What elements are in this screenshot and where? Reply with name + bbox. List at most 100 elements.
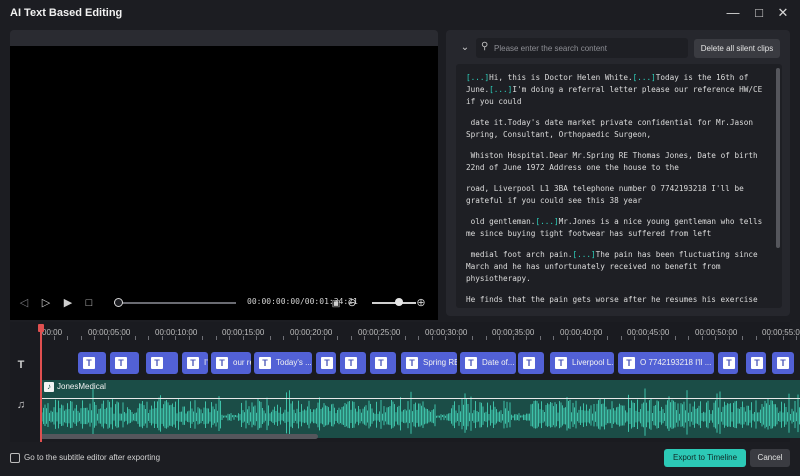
fullscreen-icon[interactable]: ▣ xyxy=(328,295,344,311)
subtitle-clip-label: O 7742193218 I'll ... xyxy=(640,358,712,367)
subtitle-clip[interactable]: T xyxy=(78,352,106,374)
text-clip-icon: T xyxy=(259,357,271,369)
silence-marker[interactable]: [...] xyxy=(540,307,563,308)
transcript-text[interactable]: date it.Today's date market private conf… xyxy=(466,118,758,139)
transcript-paragraph[interactable]: He finds that the pain gets worse after … xyxy=(466,294,772,308)
subtitle-clip[interactable]: T xyxy=(518,352,544,374)
ruler-tick xyxy=(485,336,487,340)
silence-marker[interactable]: [...] xyxy=(633,73,656,82)
transcript-text[interactable]: Whiston Hospital.Dear Mr.Spring RE Thoma… xyxy=(466,151,762,172)
ruler-tick xyxy=(647,336,649,340)
subtitle-clip-label: Today's ... xyxy=(276,358,312,367)
transcript-text[interactable]: I'm doing a referral letter please our r… xyxy=(466,85,767,106)
silence-marker[interactable]: [...] xyxy=(572,250,595,259)
transcript-paragraph[interactable]: date it.Today's date market private conf… xyxy=(466,117,772,141)
video-screen[interactable] xyxy=(10,46,438,320)
text-track-icon: T xyxy=(17,359,25,371)
search-input[interactable] xyxy=(494,40,684,56)
transcript-text[interactable]: medial foot arch pain. xyxy=(466,250,573,259)
ruler-tick xyxy=(512,336,514,340)
transcript-paragraph[interactable]: medial foot arch pain.[...]The pain has … xyxy=(466,249,772,285)
zoom-out-icon[interactable]: ⊖ xyxy=(344,295,360,311)
ruler-tick xyxy=(377,336,379,340)
transcript-text[interactable]: road, Liverpool L1 3BA telephone number … xyxy=(466,184,748,205)
volume-line[interactable] xyxy=(40,398,800,399)
subtitle-editor-checkbox[interactable] xyxy=(10,453,20,463)
timeline-scrollbar[interactable] xyxy=(40,434,318,439)
text-clip-icon: T xyxy=(723,357,735,369)
subtitle-clip[interactable]: T xyxy=(316,352,336,374)
text-clip-icon: T xyxy=(151,357,163,369)
subtitle-clip[interactable]: T xyxy=(146,352,178,374)
title-bar: AI Text Based Editing — □ ✕ xyxy=(0,0,800,28)
ruler-tick xyxy=(80,336,82,340)
subtitle-clip[interactable]: T Spring RE... xyxy=(401,352,457,374)
minimize-icon[interactable]: — xyxy=(722,4,744,22)
ruler-tick xyxy=(634,336,635,340)
zoom-slider-handle[interactable] xyxy=(395,298,403,306)
playback-scrubber[interactable] xyxy=(114,302,236,304)
ruler-label: 00:00 xyxy=(42,328,63,337)
ruler-tick xyxy=(580,336,581,340)
playhead[interactable] xyxy=(40,324,42,442)
audio-clip-name: JonesMedical xyxy=(57,382,106,392)
timeline: 00:00 00:00:05:00 00:00:10:00 00:00:15:00 00… xyxy=(10,322,800,442)
time-ruler[interactable]: 00:00 00:00:05:00 00:00:10:00 00:00:15:00 00… xyxy=(40,322,800,340)
transcript-text[interactable]: Hi, this is Doctor Helen White. xyxy=(489,73,632,82)
silence-marker[interactable]: [...] xyxy=(489,85,512,94)
subtitle-editor-checkbox-label: Go to the subtitle editor after exportin… xyxy=(24,453,161,462)
ruler-tick xyxy=(148,336,149,340)
scrubber-handle[interactable] xyxy=(114,298,123,307)
subtitle-clip[interactable]: T xyxy=(340,352,366,374)
text-clip-icon: T xyxy=(777,357,789,369)
play-icon[interactable]: ▶ xyxy=(60,295,76,311)
subtitle-clip[interactable]: Tour refe... xyxy=(211,352,251,374)
ruler-tick xyxy=(742,336,743,340)
ruler-tick xyxy=(121,336,122,340)
maximize-icon[interactable]: □ xyxy=(748,4,770,22)
subtitle-clip[interactable]: T O 7742193218 I'll ... xyxy=(618,352,714,374)
cancel-button[interactable]: Cancel xyxy=(750,449,790,467)
subtitle-clip[interactable]: T xyxy=(718,352,738,374)
subtitle-clip[interactable]: T xyxy=(772,352,794,374)
transcript-paragraph[interactable]: old gentleman.[...]Mr.Jones is a nice yo… xyxy=(466,216,772,240)
transcript-text-area[interactable]: [...]Hi, this is Doctor Helen White.[...… xyxy=(456,64,782,308)
subtitle-clip[interactable]: T I'... xyxy=(182,352,208,374)
audio-track[interactable]: ♪ JonesMedical xyxy=(40,380,800,438)
subtitle-clip[interactable]: T xyxy=(370,352,396,374)
ruler-tick xyxy=(202,336,203,340)
subtitle-clip[interactable]: T xyxy=(746,352,766,374)
delete-silent-clips-button[interactable]: Delete all silent clips xyxy=(694,39,780,58)
previous-frame-icon[interactable]: ◁ xyxy=(16,295,32,311)
subtitle-clip[interactable]: T Today's ... xyxy=(254,352,312,374)
chevron-down-icon[interactable]: ⌄ xyxy=(459,42,471,54)
silence-marker[interactable]: [...] xyxy=(535,217,558,226)
subtitle-clip-label: Date of... xyxy=(482,358,515,367)
audio-waveform xyxy=(40,388,800,436)
ruler-tick xyxy=(161,336,163,340)
ruler-tick xyxy=(404,336,406,340)
ruler-tick xyxy=(715,336,716,340)
playback-controls: ◁ ▷ ▶ □ 00:00:00:00/00:01:34:21 ▣ ⊖ ⊕ xyxy=(10,292,438,314)
zoom-in-icon[interactable]: ⊕ xyxy=(413,295,429,311)
subtitle-clip[interactable]: T Liverpool L... xyxy=(550,352,614,374)
transcript-scrollbar[interactable] xyxy=(776,68,780,248)
export-to-timeline-button[interactable]: Export to Timeline xyxy=(664,449,746,467)
transcript-text[interactable]: On examination there's no Bony xyxy=(563,307,702,308)
stop-icon[interactable]: □ xyxy=(81,295,97,311)
subtitle-clip[interactable]: T Date of... xyxy=(460,352,516,374)
zoom-slider[interactable] xyxy=(372,302,416,304)
transcript-text[interactable]: old gentleman. xyxy=(466,217,536,226)
ruler-tick xyxy=(728,336,730,340)
ruler-tick xyxy=(418,336,419,340)
ruler-tick xyxy=(53,336,55,340)
transcript-paragraph[interactable]: road, Liverpool L1 3BA telephone number … xyxy=(466,183,772,207)
close-icon[interactable]: ✕ xyxy=(772,4,794,22)
transcript-paragraph[interactable]: [...]Hi, this is Doctor Helen White.[...… xyxy=(466,72,772,108)
transcript-paragraph[interactable]: Whiston Hospital.Dear Mr.Spring RE Thoma… xyxy=(466,150,772,174)
subtitle-clip[interactable]: T xyxy=(110,352,139,374)
silence-marker[interactable]: [...] xyxy=(466,73,489,82)
subtitle-clip-label: Liverpool L... xyxy=(572,358,614,367)
next-frame-icon[interactable]: ▷ xyxy=(38,295,54,311)
window-title: AI Text Based Editing xyxy=(10,7,123,19)
